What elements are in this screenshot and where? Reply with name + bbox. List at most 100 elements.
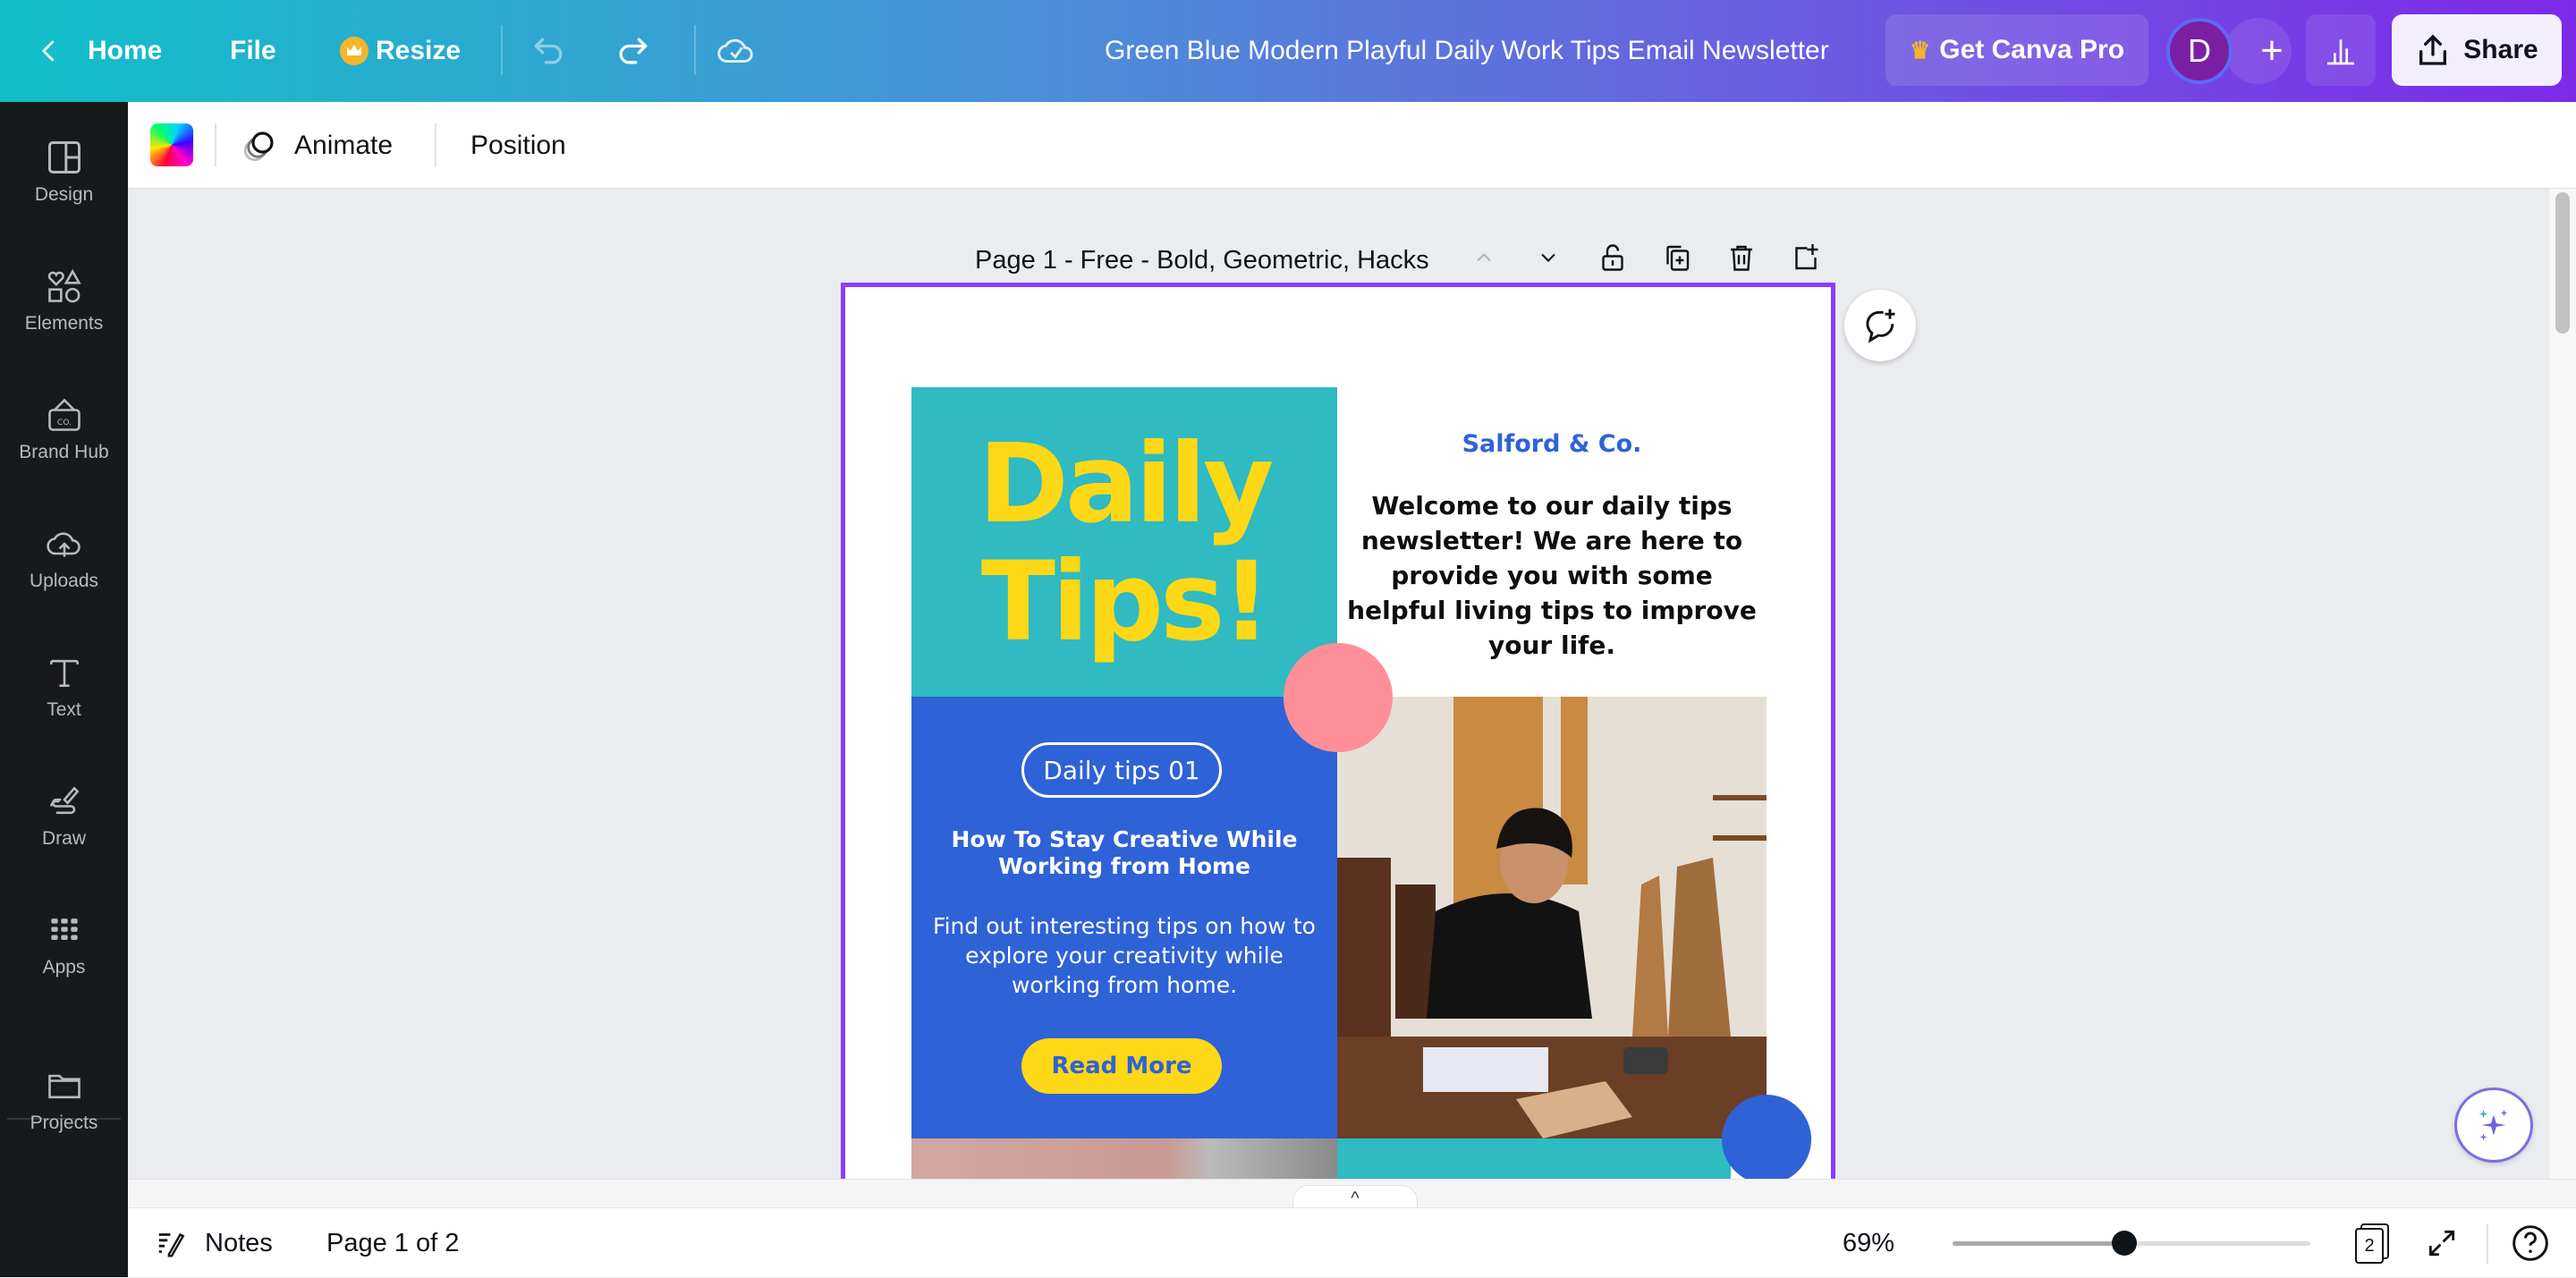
- add-comment-button[interactable]: [1844, 290, 1916, 361]
- blue-circle-decoration[interactable]: [1722, 1095, 1811, 1179]
- home-button[interactable]: Home: [36, 0, 162, 102]
- duplicate-page-button[interactable]: [1655, 235, 1699, 280]
- redo-button[interactable]: [613, 0, 652, 102]
- sparkle-icon: [2479, 1109, 2508, 1141]
- headline-text[interactable]: Daily Tips!: [911, 425, 1337, 661]
- sidebar-item-brand-hub[interactable]: CO. Brand Hub: [0, 376, 128, 483]
- document-title[interactable]: Green Blue Modern Playful Daily Work Tip…: [1105, 0, 1829, 102]
- tip-heading[interactable]: How To Stay Creative While Working from …: [929, 826, 1319, 880]
- expand-icon: [2428, 1230, 2455, 1257]
- share-button[interactable]: Share: [2392, 14, 2562, 86]
- tip-body[interactable]: Find out interesting tips on how to expl…: [929, 911, 1319, 1000]
- page-grid-button[interactable]: 2: [2355, 1208, 2389, 1278]
- add-page-button[interactable]: [1784, 235, 1828, 280]
- duplicate-icon: [1666, 245, 1690, 271]
- draw-icon: [49, 786, 79, 815]
- read-more-button[interactable]: Read More: [1021, 1038, 1222, 1094]
- undo-button[interactable]: [530, 0, 569, 102]
- unlock-icon: [1602, 244, 1623, 271]
- move-page-down-button[interactable]: [1526, 235, 1571, 280]
- comment-plus-icon: [1866, 309, 1895, 343]
- undo-icon: [533, 38, 563, 64]
- move-page-up-button[interactable]: [1462, 235, 1506, 280]
- cloud-save-status[interactable]: [716, 0, 757, 102]
- animate-button[interactable]: Animate: [241, 102, 393, 189]
- context-toolbar: Animate Position: [128, 102, 2576, 189]
- fullscreen-button[interactable]: [2425, 1208, 2459, 1278]
- secondary-photo[interactable]: [911, 1138, 1337, 1179]
- zoom-slider-fill: [1953, 1241, 2124, 1246]
- color-picker-button[interactable]: [150, 123, 193, 166]
- scrollbar-thumb[interactable]: [2555, 192, 2570, 334]
- sidebar-item-label: Uploads: [29, 571, 99, 591]
- avatar[interactable]: D: [2166, 18, 2233, 84]
- divider: [694, 25, 696, 75]
- help-button[interactable]: [2511, 1208, 2550, 1278]
- trash-icon: [1731, 245, 1752, 271]
- animate-icon: [243, 131, 274, 161]
- design-page[interactable]: Daily Tips! Salford & Co. Welcome to our…: [841, 283, 1835, 1179]
- status-bar: Notes Page 1 of 2 69% 2: [128, 1207, 2576, 1277]
- sidebar-item-label: Design: [34, 184, 94, 205]
- zoom-slider-thumb[interactable]: [2112, 1231, 2137, 1256]
- zoom-percentage[interactable]: 69%: [1843, 1208, 1894, 1278]
- cloud-upload-icon: [46, 532, 80, 557]
- sidebar-item-label: Text: [47, 699, 81, 720]
- sidebar-item-label: Elements: [24, 313, 104, 334]
- sidebar-item-projects[interactable]: Projects: [0, 1046, 128, 1154]
- photo-illustration: [1337, 697, 1767, 1138]
- sidebar-item-draw[interactable]: Draw: [0, 762, 128, 869]
- vertical-scrollbar[interactable]: [2549, 189, 2576, 1179]
- text-icon: [49, 659, 79, 687]
- svg-text:CO.: CO.: [56, 418, 71, 427]
- notes-label: Notes: [205, 1228, 273, 1257]
- page-title[interactable]: Page 1 - Free - Bold, Geometric, Hacks: [975, 246, 1429, 275]
- insights-button[interactable]: [2306, 14, 2376, 86]
- cloud-check-icon: [717, 38, 753, 63]
- top-bar: Home File Resize Green Blue Modern Playf…: [0, 0, 2576, 102]
- position-label: Position: [470, 130, 566, 160]
- sidebar-item-elements[interactable]: Elements: [0, 247, 128, 354]
- divider: [435, 123, 436, 166]
- crown-icon: ♛: [1909, 36, 1931, 63]
- company-name[interactable]: Salford & Co.: [1337, 430, 1767, 458]
- layout-icon: [47, 141, 80, 174]
- get-canva-pro-button[interactable]: ♛ Get Canva Pro: [1885, 14, 2148, 86]
- sidebar-item-label: Brand Hub: [19, 442, 109, 462]
- headline-line-2: Tips!: [980, 538, 1272, 665]
- magic-assistant-button[interactable]: [2454, 1088, 2533, 1163]
- chevron-down-icon: [1541, 253, 1555, 262]
- file-menu-button[interactable]: File: [230, 0, 276, 102]
- tip-card[interactable]: Daily tips 01 How To Stay Creative While…: [911, 697, 1337, 1138]
- resize-button[interactable]: Resize: [340, 0, 461, 102]
- woodworker-photo[interactable]: [1337, 697, 1767, 1138]
- bar-chart-icon: [2327, 39, 2354, 65]
- sidebar-item-apps[interactable]: Apps: [0, 891, 128, 998]
- headline-block[interactable]: Daily Tips!: [911, 387, 1337, 697]
- sidebar-item-label: Projects: [30, 1113, 98, 1133]
- teal-footer-block[interactable]: [1337, 1138, 1731, 1179]
- sidebar-item-label: Draw: [41, 828, 86, 849]
- sidebar-item-design[interactable]: Design: [0, 118, 128, 225]
- notes-button[interactable]: Notes: [155, 1208, 273, 1278]
- shapes-icon: [47, 268, 81, 303]
- zoom-slider[interactable]: [1953, 1231, 2310, 1256]
- pink-circle-decoration[interactable]: [1284, 643, 1393, 752]
- sidebar-item-uploads[interactable]: Uploads: [0, 504, 128, 612]
- lock-page-button[interactable]: [1590, 235, 1635, 280]
- sidebar-item-text[interactable]: Text: [0, 633, 128, 741]
- page-count: 2: [2355, 1228, 2384, 1264]
- sidebar-item-label: Apps: [42, 957, 86, 978]
- headline-line-1: Daily: [978, 420, 1275, 547]
- help-icon: [2512, 1225, 2548, 1261]
- delete-page-button[interactable]: [1719, 235, 1764, 280]
- share-label: Share: [2463, 35, 2538, 64]
- canvas-area[interactable]: Page 1 - Free - Bold, Geometric, Hacks D…: [128, 189, 2549, 1179]
- apps-grid-icon: [50, 918, 78, 940]
- pages-icon: 2: [2355, 1223, 2389, 1264]
- tip-number-badge[interactable]: Daily tips 01: [1021, 742, 1222, 798]
- page-strip-handle-bar: ^: [128, 1179, 2576, 1212]
- add-collaborator-button[interactable]: +: [2225, 18, 2292, 84]
- welcome-text[interactable]: Welcome to our daily tips newsletter! We…: [1346, 488, 1758, 663]
- position-button[interactable]: Position: [470, 102, 566, 189]
